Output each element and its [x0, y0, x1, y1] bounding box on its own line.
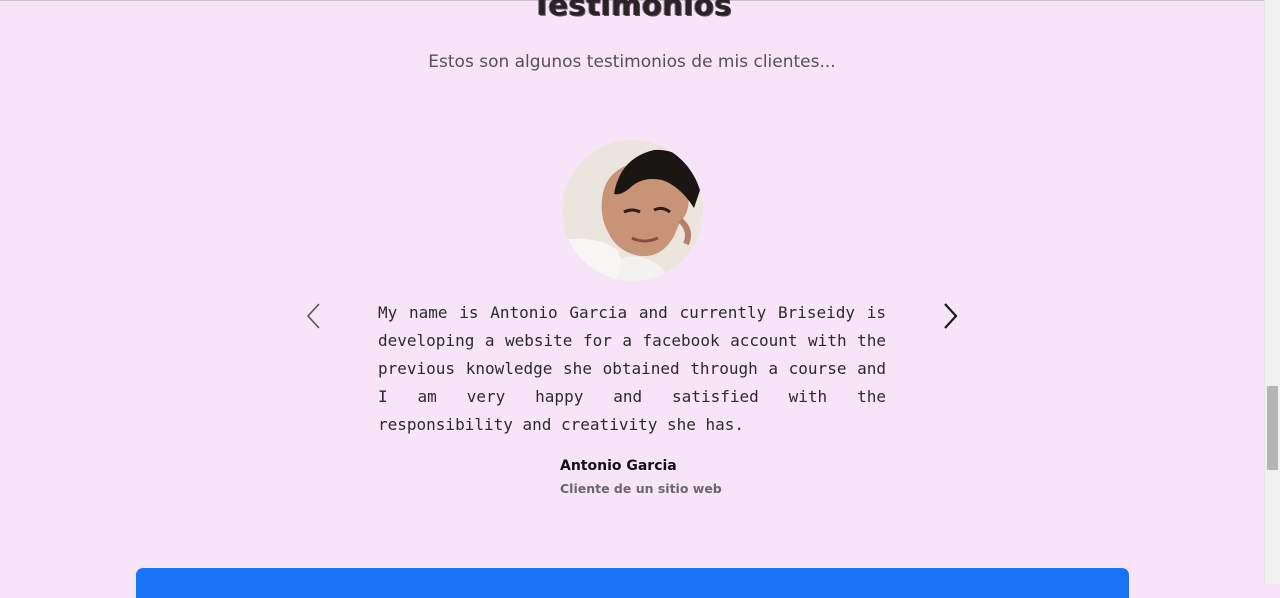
carousel-prev-button[interactable] [300, 296, 330, 336]
client-avatar [562, 140, 703, 281]
testimonial-author-role: Cliente de un sitio web [560, 481, 722, 496]
section-subtitle: Estos son algunos testimonios de mis cli… [428, 52, 836, 72]
next-section-banner [136, 568, 1129, 598]
page-scrollbar[interactable] [1264, 0, 1280, 584]
testimonial-quote: My name is Antonio Garcia and currently … [378, 303, 886, 434]
chevron-right-icon [944, 303, 958, 329]
carousel-next-button[interactable] [936, 296, 966, 336]
testimonials-section: Testimonios Estos son algunos testimonio… [0, 0, 1264, 598]
testimonial-author-name: Antonio Garcia [560, 458, 677, 474]
section-title: Testimonios [531, 0, 733, 22]
scrollbar-thumb[interactable] [1267, 386, 1278, 470]
chevron-left-icon [306, 303, 320, 329]
